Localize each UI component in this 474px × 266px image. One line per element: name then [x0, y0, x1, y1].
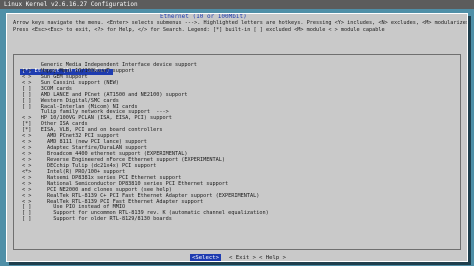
- help-button[interactable]: < Help >: [257, 254, 288, 261]
- window-title: Linux Kernel v2.6.16.27 Configuration: [4, 1, 138, 8]
- select-button[interactable]: <Select>: [190, 254, 221, 261]
- menu-list[interactable]: [*] Ethernet (10 or 100Mbit) Generic Med…: [13, 54, 461, 250]
- menu-row[interactable]: [ ] Support for older RTL-8129/8130 boar…: [20, 216, 456, 223]
- button-bar: <Select> < Exit > < Help >: [7, 254, 467, 261]
- help-line: Arrow keys navigate the menu. <Enter> se…: [13, 20, 468, 26]
- window-title-bar: Linux Kernel v2.6.16.27 Configuration: [0, 0, 474, 9]
- exit-button[interactable]: < Exit >: [227, 254, 258, 261]
- help-line: Press <Esc><Esc> to exit, <?> for Help, …: [13, 27, 385, 34]
- menuconfig-dialog: Ethernet (10 or 100Mbit) Arrow keys navi…: [6, 13, 468, 262]
- help-text: Arrow keys navigate the menu. <Enter> se…: [13, 20, 468, 34]
- menu-item[interactable]: [ ] Support for older RTL-8129/8130 boar…: [20, 216, 456, 223]
